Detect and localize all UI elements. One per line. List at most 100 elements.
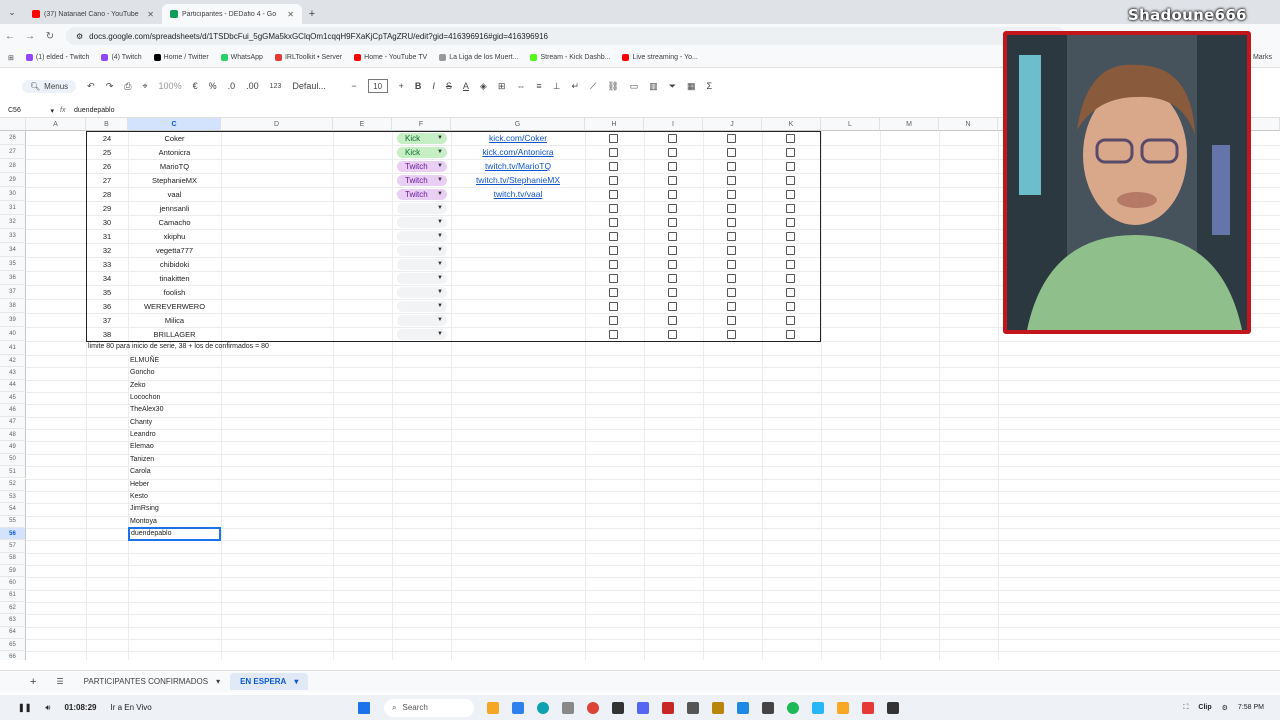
undo-icon[interactable]: ↶ <box>87 81 95 92</box>
participant-name[interactable]: Antonicra <box>128 145 221 159</box>
column-header-c[interactable]: C <box>128 118 221 131</box>
platform-dropdown[interactable]: ▼ <box>397 272 447 284</box>
text-color-button[interactable]: A <box>463 81 469 91</box>
participant-name[interactable]: Milica <box>128 313 221 327</box>
number-format-button[interactable]: 123 <box>270 83 282 90</box>
bold-button[interactable]: B <box>415 81 422 91</box>
app-icon[interactable] <box>712 701 724 714</box>
clip-button[interactable]: Clip <box>1198 704 1211 711</box>
checkbox[interactable] <box>727 301 736 311</box>
row-header[interactable]: 63 <box>0 614 26 627</box>
row-header[interactable]: 54 <box>0 503 26 516</box>
app-icon[interactable] <box>612 701 624 714</box>
checkbox[interactable] <box>609 175 618 185</box>
column-header-k[interactable]: K <box>762 118 821 131</box>
row-header[interactable]: 56 <box>0 527 26 541</box>
channel-link[interactable]: twitch.tv/StephanieMX <box>451 173 585 187</box>
waiting-name[interactable]: Carola <box>130 468 151 475</box>
row-header[interactable]: 57 <box>0 540 26 553</box>
row-header[interactable]: 50 <box>0 453 26 467</box>
waiting-name[interactable]: Tanizen <box>130 456 154 463</box>
checkbox[interactable] <box>609 133 618 143</box>
insert-chart-icon[interactable]: ▥ <box>649 81 658 92</box>
checkbox[interactable] <box>727 203 736 213</box>
checkbox[interactable] <box>609 147 618 157</box>
vertical-align-icon[interactable]: ⊥ <box>553 81 561 92</box>
print-icon[interactable]: ⎙ <box>124 81 131 92</box>
percent-button[interactable]: % <box>209 81 217 91</box>
bookmark-item[interactable]: Live streaming - Yo... <box>622 54 698 61</box>
row-header[interactable]: 26 <box>0 131 26 145</box>
checkbox[interactable] <box>609 245 618 255</box>
row-header[interactable]: 32 <box>0 215 26 229</box>
checkbox[interactable] <box>786 161 795 171</box>
checkbox[interactable] <box>668 301 677 311</box>
column-header-n[interactable]: N <box>939 118 998 131</box>
row-header[interactable]: 51 <box>0 466 26 479</box>
row-header[interactable]: 37 <box>0 285 26 299</box>
participant-name[interactable]: vaal <box>128 187 221 201</box>
menus-button[interactable]: 🔍︎ Menus <box>22 79 77 93</box>
bookmark-item[interactable]: La Liga de los Muert... <box>439 54 518 61</box>
participant-name[interactable]: foolish <box>128 285 221 299</box>
waiting-name[interactable]: ELMUÑE <box>130 357 159 364</box>
row-header[interactable]: 41 <box>0 341 26 355</box>
fill-color-icon[interactable]: ◈ <box>480 81 487 92</box>
checkbox[interactable] <box>668 133 677 143</box>
checkbox[interactable] <box>727 175 736 185</box>
formula-input[interactable]: duendepablo <box>74 107 115 114</box>
checkbox[interactable] <box>786 315 795 325</box>
text-wrap-icon[interactable]: ↵ <box>571 81 579 92</box>
bookmark-item[interactable]: Stream - Kick Dashb... <box>530 54 610 61</box>
checkbox[interactable] <box>727 287 736 297</box>
add-sheet-button[interactable]: + <box>0 672 46 692</box>
row-header[interactable]: 61 <box>0 589 26 602</box>
all-sheets-icon[interactable]: ☰ <box>46 673 73 690</box>
waiting-name[interactable]: Leandro <box>130 431 156 438</box>
checkbox[interactable] <box>668 287 677 297</box>
checkbox[interactable] <box>668 259 677 269</box>
app-icon[interactable] <box>887 701 899 714</box>
reload-icon[interactable]: ↻ <box>40 31 60 42</box>
font-select[interactable]: Defaul... <box>292 81 340 91</box>
row-header[interactable]: 45 <box>0 392 26 405</box>
row-header[interactable]: 33 <box>0 229 26 243</box>
row-header[interactable]: 55 <box>0 515 26 528</box>
participant-name[interactable]: vegetta777 <box>128 243 221 257</box>
platform-dropdown[interactable]: ▼ <box>397 258 447 270</box>
column-header-h[interactable]: H <box>585 118 644 131</box>
checkbox[interactable] <box>668 203 677 213</box>
fullscreen-icon[interactable]: ⛶ <box>1184 704 1189 712</box>
participant-name[interactable]: tinakitten <box>128 271 221 285</box>
checkbox[interactable] <box>727 273 736 283</box>
participant-name[interactable]: Camacho <box>128 215 221 229</box>
column-header-a[interactable]: A <box>26 118 86 131</box>
spotify-icon[interactable] <box>787 701 799 714</box>
waiting-name[interactable]: TheAlex30 <box>130 406 163 413</box>
column-header-j[interactable]: J <box>703 118 762 131</box>
column-header-i[interactable]: I <box>644 118 703 131</box>
pause-icon[interactable]: ❚❚ <box>18 703 31 712</box>
column-header-g[interactable]: G <box>451 118 585 131</box>
row-header[interactable]: 46 <box>0 404 26 417</box>
column-header-m[interactable]: M <box>880 118 939 131</box>
platform-dropdown[interactable]: ▼ <box>397 300 447 312</box>
text-rotation-icon[interactable]: ⟋ <box>590 81 596 92</box>
font-decrease-icon[interactable]: − <box>351 81 356 91</box>
functions-icon[interactable]: Σ <box>707 81 713 91</box>
windows-start-icon[interactable] <box>358 701 370 714</box>
app-icon[interactable] <box>862 701 874 714</box>
checkbox[interactable] <box>727 315 736 325</box>
app-icon[interactable] <box>487 701 499 714</box>
channel-link[interactable]: kick.com/Coker <box>451 131 585 145</box>
checkbox[interactable] <box>609 161 618 171</box>
row-header[interactable]: 43 <box>0 367 26 380</box>
new-tab-button[interactable]: + <box>302 4 322 24</box>
checkbox[interactable] <box>727 133 736 143</box>
checkbox[interactable] <box>609 287 618 297</box>
waiting-name[interactable]: Goncho <box>130 369 155 376</box>
checkbox[interactable] <box>727 189 736 199</box>
checkbox[interactable] <box>668 175 677 185</box>
column-header-e[interactable]: E <box>333 118 392 131</box>
row-header[interactable]: 35 <box>0 257 26 271</box>
